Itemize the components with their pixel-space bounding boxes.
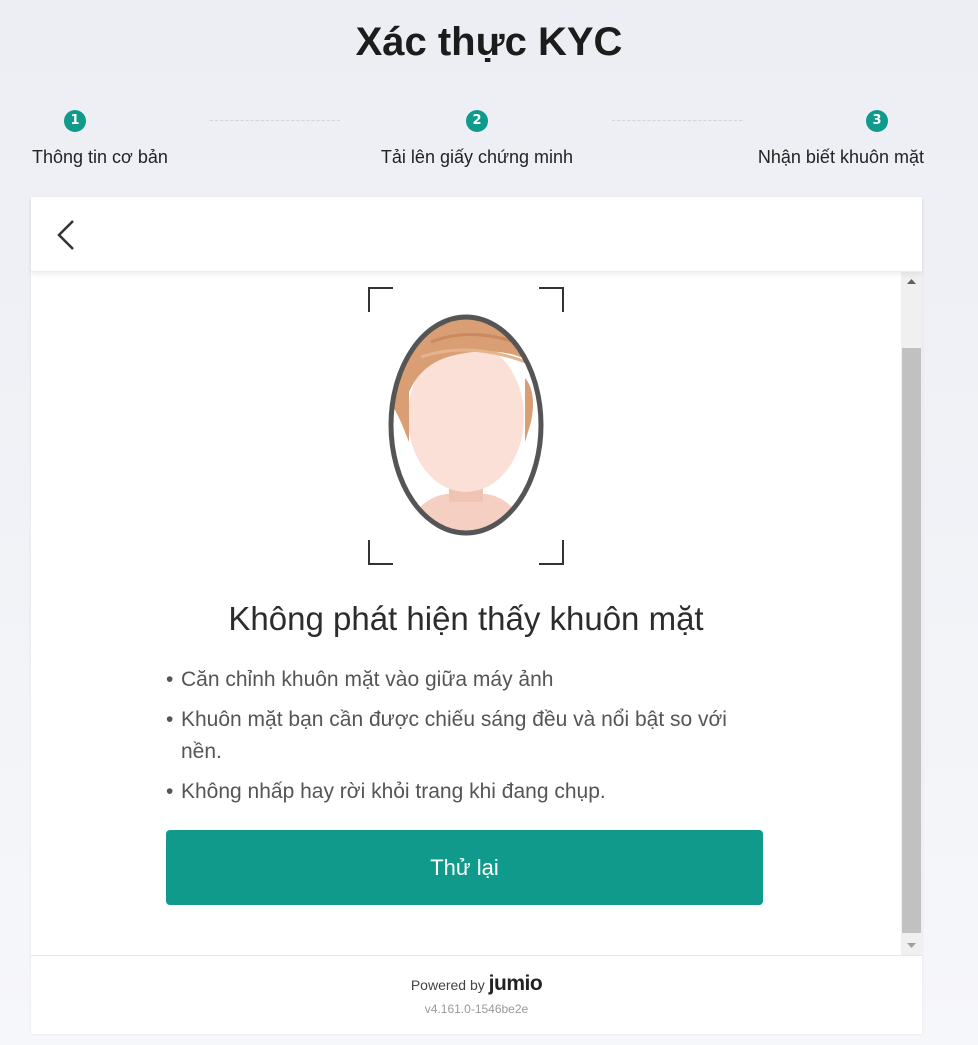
scroll-up-arrow-icon[interactable]	[901, 272, 922, 290]
card-header	[31, 197, 922, 272]
step-number: 2	[466, 110, 488, 132]
step-face-recognition: 3 Nhận biết khuôn mặt	[706, 110, 924, 168]
face-outline-icon	[368, 287, 564, 565]
powered-by: Powered by jumio	[31, 972, 922, 996]
page-title: Xác thực KYC	[355, 20, 623, 64]
chevron-left-icon	[57, 220, 74, 250]
retry-button[interactable]: Thử lại	[166, 830, 763, 905]
step-number: 1	[64, 110, 86, 132]
step-divider	[210, 120, 340, 121]
scroll-down-arrow-icon[interactable]	[901, 937, 922, 955]
jumio-logo: jumio	[488, 972, 543, 995]
error-heading: Không phát hiện thấy khuôn mặt	[228, 600, 704, 637]
step-label: Tải lên giấy chứng minh	[380, 147, 574, 167]
footer: Powered by jumio v4.161.0-1546be2e	[31, 955, 922, 1034]
card-content: Không phát hiện thấy khuôn mặt Căn chỉnh…	[31, 272, 901, 955]
step-basic-info: 1 Thông tin cơ bản	[32, 110, 204, 168]
face-capture-card: Không phát hiện thấy khuôn mặt Căn chỉnh…	[31, 197, 922, 1034]
tip-item: Khuôn mặt bạn cần được chiếu sáng đều và…	[166, 704, 766, 768]
tip-item: Căn chỉnh khuôn mặt vào giữa máy ảnh	[166, 664, 766, 696]
step-label: Nhận biết khuôn mặt	[757, 147, 924, 167]
back-button[interactable]	[51, 215, 81, 255]
powered-by-label: Powered by	[410, 977, 485, 993]
step-number: 3	[866, 110, 888, 132]
step-label: Thông tin cơ bản	[32, 147, 168, 167]
progress-steps: 1 Thông tin cơ bản 2 Tải lên giấy chứng …	[0, 110, 978, 180]
scrollbar[interactable]	[901, 272, 922, 955]
tip-item: Không nhấp hay rời khỏi trang khi đang c…	[166, 776, 766, 808]
scrollbar-thumb[interactable]	[902, 348, 921, 933]
step-upload-id: 2 Tải lên giấy chứng minh	[355, 110, 599, 168]
version-text: v4.161.0-1546be2e	[424, 1002, 529, 1016]
tips-list: Căn chỉnh khuôn mặt vào giữa máy ảnh Khu…	[166, 664, 766, 816]
